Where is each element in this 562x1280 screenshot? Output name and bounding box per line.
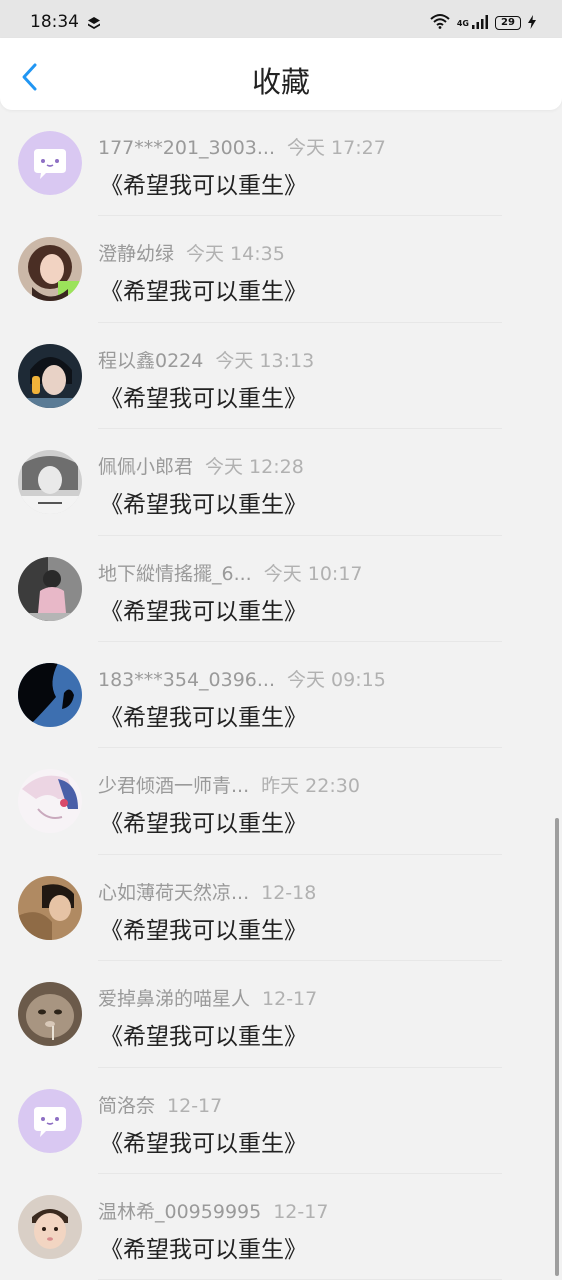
user-name: 温林希_00959995 xyxy=(98,1200,262,1223)
item-title: 《希望我可以重生》 xyxy=(100,1024,307,1051)
item-time: 今天 13:13 xyxy=(215,349,315,372)
list-item[interactable]: 澄静幼绿 今天 14:35 《希望我可以重生》 xyxy=(0,216,562,323)
list-item[interactable]: 佩佩小郎君 今天 12:28 《希望我可以重生》 xyxy=(0,429,562,536)
page-title: 收藏 xyxy=(251,65,310,99)
header: 收藏 xyxy=(0,38,562,110)
item-time: 昨天 22:30 xyxy=(261,775,360,798)
item-meta: 177***201_3003... 今天 17:27 xyxy=(98,133,386,160)
battery-icon: 29 xyxy=(495,16,521,30)
item-title: 《希望我可以重生》 xyxy=(100,385,307,412)
item-time: 今天 14:35 xyxy=(186,243,285,266)
item-title: 《希望我可以重生》 xyxy=(100,811,307,838)
item-title: 《希望我可以重生》 xyxy=(100,917,307,944)
item-meta: 心如薄荷天然凉... 12-18 xyxy=(98,878,316,905)
user-name: 澄静幼绿 xyxy=(98,243,175,266)
charging-icon xyxy=(528,14,536,33)
grayscale-avatar xyxy=(18,450,82,515)
boy-photo-avatar xyxy=(18,875,82,940)
list-item[interactable]: 地下縱情搖擺_6... 今天 10:17 《希望我可以重生》 xyxy=(0,536,562,642)
list-item[interactable]: 温林希_00959995 12-17 《希望我可以重生》 xyxy=(0,1174,562,1280)
network-label: 4G xyxy=(456,18,469,28)
item-time: 今天 09:15 xyxy=(287,668,386,691)
list-item[interactable]: 177***201_3003... 今天 17:27 《希望我可以重生》 xyxy=(0,110,562,217)
item-meta: 少君倾酒一师青... 昨天 22:30 xyxy=(98,771,360,798)
item-title: 《希望我可以重生》 xyxy=(100,598,307,625)
baby-photo-avatar xyxy=(18,1194,82,1259)
child-photo-avatar xyxy=(18,556,82,621)
item-meta: 澄静幼绿 今天 14:35 xyxy=(98,239,285,266)
list-item[interactable]: 程以鑫0224 今天 13:13 《希望我可以重生》 xyxy=(0,323,562,430)
favorites-list: 177***201_3003... 今天 17:27 《希望我可以重生》 澄静幼绿… xyxy=(0,110,562,1280)
anime-avatar xyxy=(18,769,82,834)
wifi-icon xyxy=(430,13,450,33)
signal-icon xyxy=(472,14,488,33)
item-time: 12-17 xyxy=(262,988,318,1011)
list-item[interactable]: 爱掉鼻涕的喵星人 12-17 《希望我可以重生》 xyxy=(0,961,562,1068)
status-indicators: 4G 29 xyxy=(430,13,536,33)
cat-avatar xyxy=(18,982,82,1047)
item-title: 《希望我可以重生》 xyxy=(100,1130,307,1157)
user-name: 177***201_3003... xyxy=(98,137,276,159)
item-meta: 简洛奈 12-17 xyxy=(98,1091,222,1118)
item-title: 《希望我可以重生》 xyxy=(100,1236,307,1263)
list-item[interactable]: 少君倾酒一师青... 昨天 22:30 《希望我可以重生》 xyxy=(0,748,562,855)
chat-bubble-avatar xyxy=(18,1088,82,1153)
user-name: 心如薄荷天然凉... xyxy=(98,881,250,904)
item-time: 12-17 xyxy=(273,1200,329,1223)
item-time: 12-18 xyxy=(261,881,317,904)
item-meta: 程以鑫0224 今天 13:13 xyxy=(98,346,314,373)
item-time: 今天 17:27 xyxy=(287,137,386,159)
girl-photo-avatar xyxy=(18,237,82,302)
item-title: 《希望我可以重生》 xyxy=(100,492,307,519)
navigation-icon xyxy=(87,15,101,34)
scrollbar[interactable] xyxy=(555,818,559,1276)
item-meta: 地下縱情搖擺_6... 今天 10:17 xyxy=(98,559,363,586)
item-title: 《希望我可以重生》 xyxy=(100,279,307,306)
chat-bubble-avatar xyxy=(18,131,82,195)
item-title: 《希望我可以重生》 xyxy=(100,173,307,199)
list-item[interactable]: 简洛奈 12-17 《希望我可以重生》 xyxy=(0,1068,562,1174)
item-time: 今天 12:28 xyxy=(205,456,304,479)
status-time: 18:34 xyxy=(30,12,79,32)
item-time: 12-17 xyxy=(167,1094,223,1117)
item-meta: 爱掉鼻涕的喵星人 12-17 xyxy=(98,984,317,1011)
item-title: 《希望我可以重生》 xyxy=(100,704,307,731)
item-meta: 温林希_00959995 12-17 xyxy=(98,1197,328,1224)
list-item[interactable]: 心如薄荷天然凉... 12-18 《希望我可以重生》 xyxy=(0,855,562,962)
list-item[interactable]: 183***354_0396... 今天 09:15 《希望我可以重生》 xyxy=(0,642,562,749)
user-name: 简洛奈 xyxy=(98,1094,156,1117)
item-meta: 佩佩小郎君 今天 12:28 xyxy=(98,452,304,479)
user-name: 佩佩小郎君 xyxy=(98,456,194,479)
portrait-avatar xyxy=(18,343,82,408)
battery-level: 29 xyxy=(501,17,515,28)
user-name: 少君倾酒一师青... xyxy=(98,775,250,798)
item-time: 今天 10:17 xyxy=(263,562,363,585)
user-name: 爱掉鼻涕的喵星人 xyxy=(98,988,251,1011)
user-name: 地下縱情搖擺_6... xyxy=(98,562,252,585)
user-name: 程以鑫0224 xyxy=(98,349,204,372)
silhouette-avatar xyxy=(18,662,82,727)
user-name: 183***354_0396... xyxy=(98,668,276,691)
item-meta: 183***354_0396... 今天 09:15 xyxy=(98,665,386,692)
